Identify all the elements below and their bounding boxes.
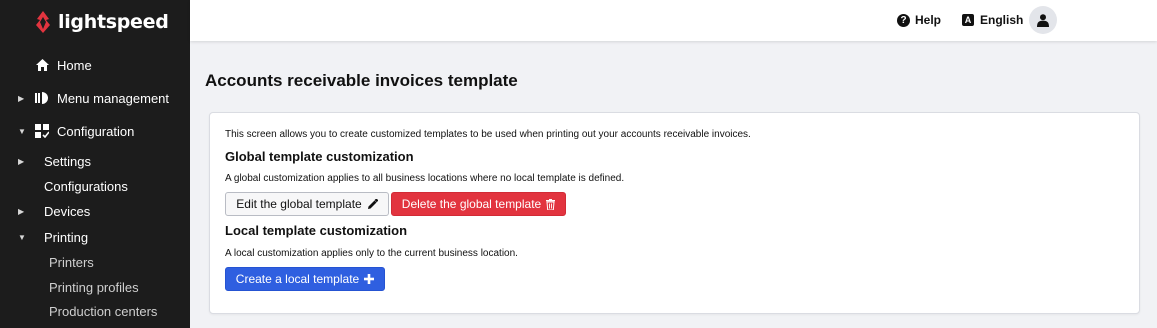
pencil-icon <box>367 198 378 210</box>
sidebar-item-home[interactable]: Home <box>0 54 190 76</box>
sidebar-item-label: Configurations <box>44 178 128 194</box>
chevron-right-icon: ▶ <box>18 93 25 103</box>
sidebar-item-settings[interactable]: ▶ Settings <box>0 150 190 172</box>
flame-icon <box>36 11 50 33</box>
sidebar-item-menu-management[interactable]: ▶ Menu management <box>0 87 190 109</box>
user-icon <box>1037 13 1049 27</box>
create-local-template-label: Create a local template <box>235 272 360 286</box>
sidebar-item-printers[interactable]: Printers <box>0 251 190 273</box>
home-icon <box>34 57 50 73</box>
local-heading: Local template customization <box>225 223 408 238</box>
chevron-down-icon: ▼ <box>18 232 26 242</box>
edit-global-template-label: Edit the global template <box>236 197 362 211</box>
delete-global-template-label: Delete the global template <box>401 197 542 211</box>
sidebar-item-configurations[interactable]: Configurations <box>0 175 190 197</box>
sidebar-item-label: Printing profiles <box>49 279 139 295</box>
sidebar: lightspeed Home ▶ Menu management ▼ Conf… <box>0 0 190 328</box>
page-title: Accounts receivable invoices template <box>205 71 518 90</box>
sidebar-item-label: Devices <box>44 203 91 219</box>
brand-name: lightspeed <box>58 11 169 33</box>
sidebar-item-label: Menu management <box>57 90 170 106</box>
chevron-down-icon: ▼ <box>18 126 26 136</box>
chevron-right-icon: ▶ <box>18 156 25 166</box>
global-description: A global customization applies to all bu… <box>225 173 625 184</box>
language-label: English <box>980 13 1024 27</box>
menu-management-icon <box>34 90 50 106</box>
trash-icon <box>546 198 556 210</box>
create-local-template-button[interactable]: Create a local template <box>225 267 385 291</box>
plus-icon <box>364 274 375 284</box>
help-icon: ? <box>897 13 910 27</box>
sidebar-item-printing-profiles[interactable]: Printing profiles <box>0 276 190 298</box>
sidebar-item-printing[interactable]: ▼ Printing <box>0 226 190 248</box>
sidebar-item-label: Printers <box>49 254 94 270</box>
configuration-icon <box>34 123 50 139</box>
intro-text: This screen allows you to create customi… <box>225 129 751 140</box>
language-icon: A <box>962 14 974 26</box>
sidebar-item-label: Configuration <box>57 123 135 139</box>
edit-global-template-button[interactable]: Edit the global template <box>225 192 389 216</box>
sidebar-item-label: Production centers <box>49 303 158 319</box>
sidebar-item-devices[interactable]: ▶ Devices <box>0 200 190 222</box>
local-description: A local customization applies only to th… <box>225 248 518 259</box>
sidebar-item-label: Printing <box>44 229 89 245</box>
global-heading: Global template customization <box>225 149 414 164</box>
help-link[interactable]: ? Help <box>897 11 941 29</box>
sidebar-item-label: Settings <box>44 153 91 169</box>
help-label: Help <box>915 13 942 27</box>
delete-global-template-button[interactable]: Delete the global template <box>391 192 566 216</box>
language-selector[interactable]: A English <box>962 11 1023 29</box>
sidebar-item-production-centers[interactable]: Production centers <box>0 300 190 322</box>
avatar[interactable] <box>1029 6 1057 34</box>
chevron-right-icon: ▶ <box>18 206 25 216</box>
sidebar-item-label: Home <box>57 57 92 73</box>
logo[interactable]: lightspeed <box>34 9 169 35</box>
sidebar-item-configuration[interactable]: ▼ Configuration <box>0 120 190 142</box>
